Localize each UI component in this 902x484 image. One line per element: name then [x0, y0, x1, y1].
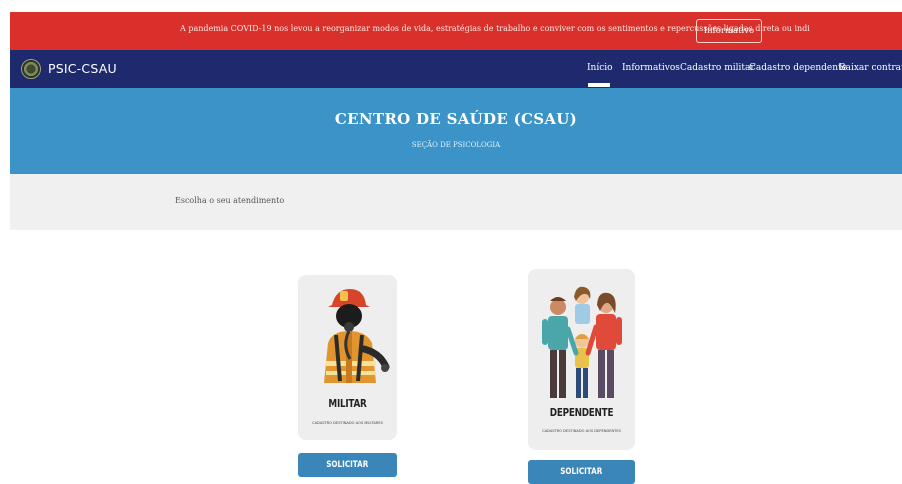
card-description: CADASTRO DESTINADO AOS DEPENDENTES — [542, 429, 621, 433]
family-icon — [542, 286, 622, 398]
solicitar-dependente-button[interactable]: SOLICITAR — [528, 460, 635, 484]
button-label: SOLICITAR — [326, 460, 369, 470]
card-title: DEPENDENTE — [549, 406, 614, 419]
announcement-bar: A pandemia COVID-19 nos levou a reorgani… — [10, 12, 902, 50]
button-label: SOLICITAR — [560, 467, 603, 477]
firefighter-icon — [324, 289, 390, 383]
brand-name[interactable]: PSIC-CSAU — [48, 61, 117, 76]
nav-item-baixar-contrato[interactable]: Baixar contrato — [839, 63, 902, 73]
card-dependente[interactable]: DEPENDENTE CADASTRO DESTINADO AOS DEPEND… — [528, 269, 635, 450]
nav-item-inicio[interactable]: Início — [587, 63, 613, 73]
section-header-text: Escolha o seu atendimento — [175, 196, 285, 205]
hero-subtitle: SEÇÃO DE PSICOLOGIA — [411, 141, 501, 149]
hero-banner: CENTRO DE SAÚDE (CSAU) SEÇÃO DE PSICOLOG… — [10, 88, 902, 174]
nav-active-indicator — [588, 83, 610, 87]
card-militar[interactable]: MILITAR CADASTRO DESTINADO AOS MILITARES — [298, 275, 397, 440]
card-description: CADASTRO DESTINADO AOS MILITARES — [312, 421, 383, 425]
nav-item-cadastro-dependente[interactable]: Cadastro dependente — [749, 63, 847, 73]
informativo-button[interactable]: Informativo — [696, 19, 762, 43]
card-title: MILITAR — [328, 397, 367, 410]
nav-item-cadastro-militar[interactable]: Cadastro militar — [680, 63, 755, 73]
section-header: Escolha o seu atendimento — [10, 174, 902, 230]
nav-item-informativos[interactable]: Informativos — [622, 63, 680, 73]
hero-title: CENTRO DE SAÚDE (CSAU) — [334, 110, 578, 128]
brand-logo-icon[interactable] — [21, 59, 41, 79]
solicitar-militar-button[interactable]: SOLICITAR — [298, 453, 397, 477]
navbar: PSIC-CSAU Início Informativos Cadastro m… — [10, 50, 902, 88]
